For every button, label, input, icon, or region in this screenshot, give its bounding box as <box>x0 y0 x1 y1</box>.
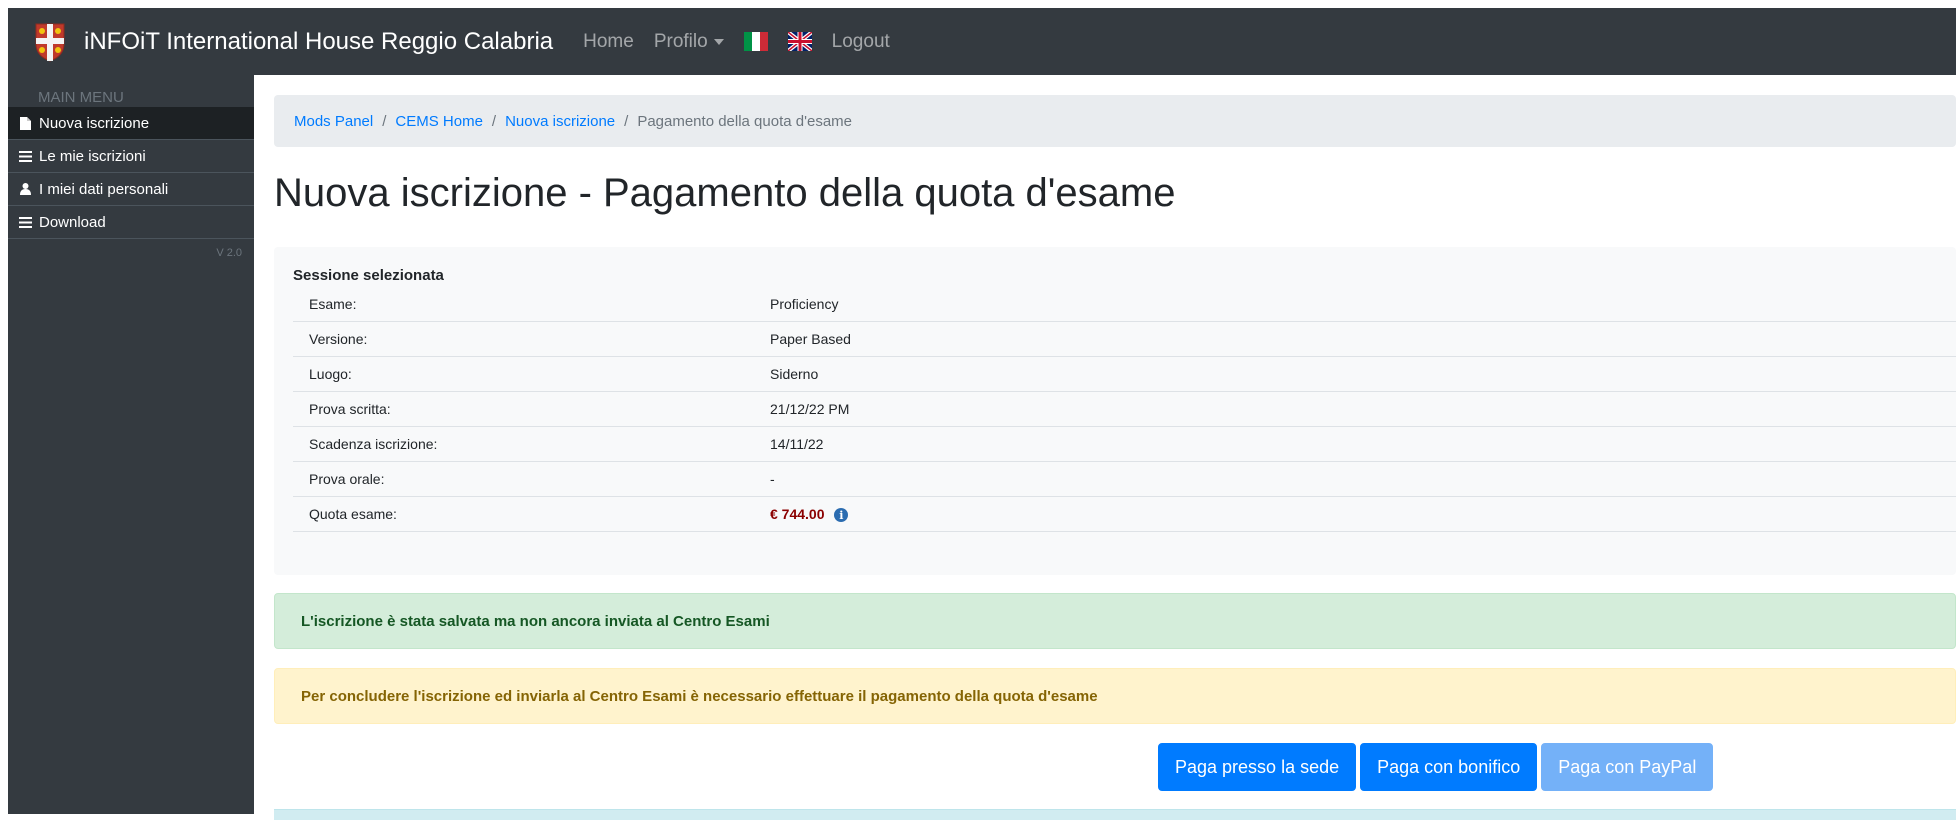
info-row-scadenza: Scadenza iscrizione: 14/11/22 <box>293 427 1956 462</box>
info-icon[interactable]: i <box>834 508 849 523</box>
info-row-luogo: Luogo: Siderno <box>293 357 1956 392</box>
info-value: Siderno <box>770 366 819 382</box>
info-row-prova-scritta: Prova scritta: 21/12/22 PM <box>293 392 1956 427</box>
sidebar-item-le-mie-iscrizioni[interactable]: Le mie iscrizioni <box>8 140 254 173</box>
sidebar-item-label: Le mie iscrizioni <box>39 147 146 165</box>
info-label: Prova scritta: <box>309 401 391 417</box>
italian-flag-icon[interactable] <box>743 32 768 51</box>
info-label: Versione: <box>309 331 368 347</box>
payment-buttons: Paga presso la sede Paga con bonifico Pa… <box>1158 743 1717 791</box>
info-label: Prova orale: <box>309 471 385 487</box>
info-value: - <box>770 471 775 487</box>
info-alert-partial <box>274 809 1956 820</box>
sidebar-item-label: I miei dati personali <box>39 180 169 198</box>
info-row-quota: Quota esame: € 744.00 i <box>293 497 1956 532</box>
info-row-prova-orale: Prova orale: - <box>293 462 1956 497</box>
info-row-esame: Esame: Proficiency <box>293 287 1956 322</box>
alert-warning: Per concludere l'iscrizione ed inviarla … <box>274 668 1956 724</box>
info-value: Proficiency <box>770 296 839 312</box>
page-title: Nuova iscrizione - Pagamento della quota… <box>274 171 1176 215</box>
nav-home[interactable]: Home <box>583 31 634 53</box>
breadcrumb: Mods Panel / CEMS Home / Nuova iscrizion… <box>274 95 1956 147</box>
info-label: Quota esame: <box>309 506 397 522</box>
breadcrumb-current: Pagamento della quota d'esame <box>637 112 852 130</box>
session-card: Sessione selezionata Esame: Proficiency … <box>274 247 1956 575</box>
pay-bank-transfer-button[interactable]: Paga con bonifico <box>1360 743 1538 791</box>
sidebar-item-label: Download <box>39 213 106 231</box>
user-icon <box>18 182 32 196</box>
sidebar-item-label: Nuova iscrizione <box>39 114 150 132</box>
info-value: Paper Based <box>770 331 851 347</box>
uk-flag-icon[interactable] <box>787 32 812 51</box>
caret-down-icon <box>713 38 724 45</box>
alert-success: L'iscrizione è stata salvata ma non anco… <box>274 593 1956 649</box>
breadcrumb-separator: / <box>382 112 387 130</box>
breadcrumb-mods-panel[interactable]: Mods Panel <box>294 113 373 130</box>
info-row-versione: Versione: Paper Based <box>293 322 1956 357</box>
info-label: Luogo: <box>309 366 352 382</box>
sidebar-item-dati-personali[interactable]: I miei dati personali <box>8 173 254 206</box>
sidebar-item-download[interactable]: Download <box>8 206 254 239</box>
quota-amount: € 744.00 <box>770 505 825 522</box>
list-icon <box>18 149 32 163</box>
breadcrumb-separator: / <box>624 112 629 130</box>
document-icon <box>18 116 32 130</box>
breadcrumb-cems-home[interactable]: CEMS Home <box>395 113 483 130</box>
info-label: Esame: <box>309 296 357 312</box>
version-label: V 2.0 <box>216 247 242 259</box>
brand-logo-icon[interactable] <box>34 22 66 62</box>
info-value-quota: € 744.00 i <box>754 505 849 523</box>
nav-profilo-label: Profilo <box>653 30 708 52</box>
info-value: 21/12/22 PM <box>770 401 850 417</box>
info-label: Scadenza iscrizione: <box>309 436 438 452</box>
sidebar-header: MAIN MENU <box>38 89 124 106</box>
top-navbar: iNFOiT International House Reggio Calabr… <box>8 8 1956 75</box>
nav-profilo-dropdown[interactable]: Profilo <box>654 31 724 53</box>
breadcrumb-nuova-iscrizione[interactable]: Nuova iscrizione <box>505 113 615 130</box>
nav-logout[interactable]: Logout <box>832 31 890 53</box>
brand-name[interactable]: iNFOiT International House Reggio Calabr… <box>84 28 553 56</box>
pay-at-office-button[interactable]: Paga presso la sede <box>1158 743 1357 791</box>
pay-paypal-button[interactable]: Paga con PayPal <box>1541 743 1714 791</box>
session-title: Sessione selezionata <box>293 267 444 284</box>
sidebar-item-nuova-iscrizione[interactable]: Nuova iscrizione <box>8 107 254 140</box>
info-value: 14/11/22 <box>770 436 824 452</box>
main-content: Mods Panel / CEMS Home / Nuova iscrizion… <box>274 75 1956 820</box>
breadcrumb-separator: / <box>491 112 497 130</box>
sidebar: MAIN MENU Nuova iscrizione Le mie iscriz… <box>8 75 254 814</box>
list-icon <box>18 215 32 229</box>
